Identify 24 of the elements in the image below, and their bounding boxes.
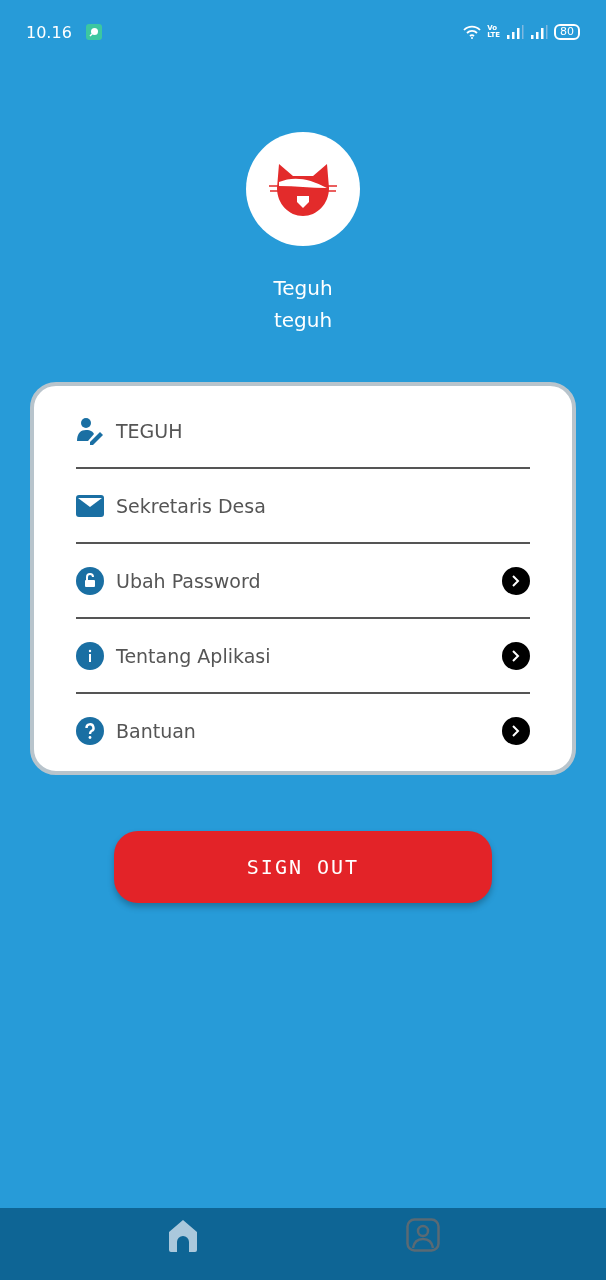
status-time: 10.16: [26, 22, 72, 42]
menu-item[interactable]: Tentang Aplikasi: [116, 644, 490, 667]
profile-username: teguh: [273, 307, 333, 334]
chevron-right-icon[interactable]: [502, 641, 530, 670]
menu-item[interactable]: Bantuan: [116, 719, 490, 742]
unlock-icon: [76, 566, 104, 595]
profile-field-value: TEGUH: [116, 419, 184, 442]
chevron-right-icon[interactable]: [502, 716, 530, 745]
menu-item[interactable]: Ubah Password: [116, 569, 490, 592]
user-profile-icon: [406, 1218, 440, 1252]
info-icon: [76, 641, 104, 670]
wifi-icon: [463, 25, 482, 39]
mail-icon: [76, 494, 104, 517]
sign-out-button[interactable]: SIGN OUT: [114, 831, 492, 903]
user-edit-icon: [76, 416, 104, 445]
help-icon: [76, 716, 104, 745]
chevron-right-icon[interactable]: [502, 566, 530, 595]
profile-field-value: Sekretaris Desa: [116, 494, 267, 517]
home-icon: [167, 1218, 199, 1252]
chat-notification-icon: [85, 24, 102, 40]
profile-name: Teguh: [273, 275, 333, 302]
signal-icon: [530, 25, 548, 39]
battery-level: 80: [554, 24, 580, 40]
signal-icon: [506, 25, 524, 39]
